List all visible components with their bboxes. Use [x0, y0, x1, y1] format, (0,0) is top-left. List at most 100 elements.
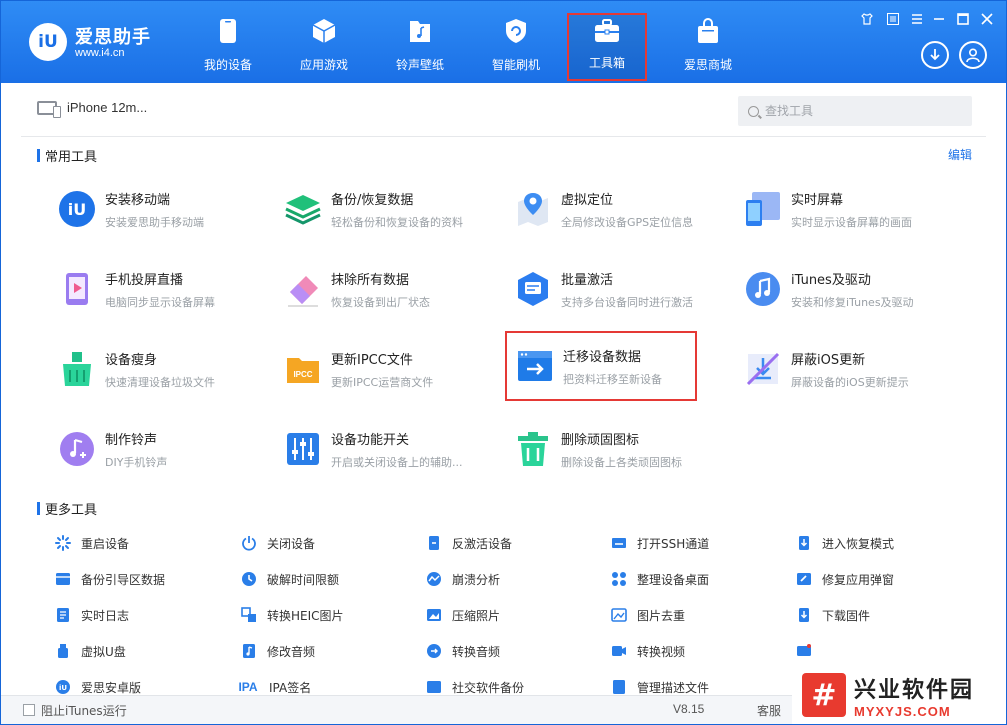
clock-icon [241, 571, 257, 587]
more-tool-shutdown[interactable]: 关闭设备 [241, 533, 315, 553]
more-tool-recovery-mode[interactable]: 进入恢复模式 [796, 533, 894, 553]
social-backup-icon [426, 679, 442, 695]
more-tool-repair-popup[interactable]: 修复应用弹窗 [796, 569, 894, 589]
tool-phone-cast[interactable]: 手机投屏直播 电脑同步显示设备屏幕 [57, 259, 277, 319]
close-icon[interactable] [979, 13, 995, 29]
watermark-en: MYXYJS.COM [854, 703, 951, 719]
site-watermark: # 兴业软件园 MYXYJS.COM [792, 665, 1006, 724]
svg-text:iU: iU [68, 200, 86, 219]
tool-block-ios-update[interactable]: 屏蔽iOS更新 屏蔽设备的iOS更新提示 [743, 339, 963, 399]
power-icon [241, 535, 257, 551]
convert-video-icon [611, 643, 627, 659]
convert-audio-icon [426, 643, 442, 659]
nav-my-device[interactable]: 我的设备 [185, 13, 271, 81]
migrate-data-icon [515, 346, 555, 386]
more-tool-crash-analysis[interactable]: 崩溃分析 [426, 569, 500, 589]
more-tool-edit-audio[interactable]: 修改音频 [241, 641, 315, 661]
tool-make-ringtone[interactable]: 制作铃声 DIY手机铃声 [57, 419, 277, 479]
tool-update-ipcc[interactable]: IPCC 更新IPCC文件 更新IPCC运营商文件 [283, 339, 503, 399]
phone-cast-icon [57, 269, 97, 309]
deactivate-icon [426, 535, 442, 551]
tool-live-screen[interactable]: 实时屏幕 实时显示设备屏幕的画面 [743, 179, 963, 239]
refresh-shield-icon [503, 18, 529, 44]
nav-apps-games[interactable]: 应用游戏 [281, 13, 367, 81]
tool-itunes-driver[interactable]: iTunes及驱动 安装和修复iTunes及驱动 [743, 259, 963, 319]
tool-delete-stubborn-icons[interactable]: 删除顽固图标 删除设备上各类顽固图标 [513, 419, 733, 479]
svg-text:iU: iU [59, 684, 67, 692]
tool-device-slim[interactable]: 设备瘦身 快速清理设备垃圾文件 [57, 339, 277, 399]
app-window: iU 爱思助手 www.i4.cn 我的设备 应用游戏 铃声壁纸 智能刷机 工具… [0, 0, 1007, 725]
more-tool-convert-audio[interactable]: 转换音频 [426, 641, 500, 661]
customer-service-link[interactable]: 客服 [757, 702, 781, 719]
grid-desktop-icon [611, 571, 627, 587]
more-tool-social-backup[interactable]: 社交软件备份 [426, 677, 524, 697]
minimize-icon[interactable] [931, 13, 947, 29]
toggle-switches-icon [283, 429, 323, 469]
usb-drive-icon [55, 643, 71, 659]
menu-list-icon[interactable] [909, 13, 925, 29]
more-tool-i4-android[interactable]: iU 爱思安卓版 [55, 677, 141, 697]
more-tool-deactivate[interactable]: 反激活设备 [426, 533, 512, 553]
toolbox-icon [594, 18, 620, 44]
tool-migrate-data[interactable]: 迁移设备数据 把资料迁移至新设备 [505, 331, 697, 401]
music-file-icon [407, 18, 433, 44]
more-tool-boot-backup[interactable]: 备份引导区数据 [55, 569, 165, 589]
player-icon [796, 643, 812, 659]
layers-backup-icon [283, 189, 323, 229]
edit-link[interactable]: 编辑 [948, 146, 972, 163]
map-pin-icon [513, 189, 553, 229]
search-input[interactable] [765, 104, 965, 118]
block-itunes-checkbox[interactable] [23, 704, 35, 716]
i4-mobile-icon: iU [57, 189, 97, 229]
brand-logo-icon[interactable]: iU [29, 23, 67, 61]
nav-i4-store[interactable]: 爱思商城 [665, 13, 751, 81]
maximize-icon[interactable] [955, 13, 971, 29]
nav-smart-flash[interactable]: 智能刷机 [473, 13, 559, 81]
nav-label: 工具箱 [588, 56, 625, 70]
menu-icon[interactable] [885, 13, 901, 29]
more-tool-organize-desktop[interactable]: 整理设备桌面 [611, 569, 709, 589]
tool-function-switches[interactable]: 设备功能开关 开启或关闭设备上的辅助... [283, 419, 503, 479]
more-tool-dedupe-image[interactable]: 图片去重 [611, 605, 685, 625]
more-tool-profile-manage[interactable]: 管理描述文件 [611, 677, 709, 697]
shirt-icon[interactable] [859, 13, 875, 29]
edit-audio-icon [241, 643, 257, 659]
tool-backup-restore[interactable]: 备份/恢复数据 轻松备份和恢复设备的资料 [283, 179, 503, 239]
download-icon[interactable] [921, 41, 949, 69]
nav-label: 铃声壁纸 [395, 58, 444, 72]
more-tool-screen-time[interactable]: 破解时间限额 [241, 569, 339, 589]
more-tool-heic-convert[interactable]: 转换HEIC图片 [241, 605, 344, 625]
device-selector[interactable]: iPhone 12m... [37, 100, 147, 118]
more-tool-download-firmware[interactable]: 下载固件 [796, 605, 870, 625]
tool-batch-activate[interactable]: 批量激活 支持多台设备同时进行激活 [513, 259, 733, 319]
recovery-mode-icon [796, 535, 812, 551]
broom-icon [57, 349, 97, 389]
more-tool-virtual-usb[interactable]: 虚拟U盘 [55, 641, 126, 661]
itunes-icon [743, 269, 783, 309]
top-header: iU 爱思助手 www.i4.cn 我的设备 应用游戏 铃声壁纸 智能刷机 工具… [1, 1, 1006, 83]
more-tool-compress-photo[interactable]: 压缩照片 [426, 605, 500, 625]
block-itunes-label[interactable]: 阻止iTunes运行 [41, 702, 127, 719]
more-tool-ipa-sign[interactable]: IPA IPA签名 [237, 677, 311, 697]
i4-android-icon: iU [55, 679, 71, 695]
boot-backup-icon [55, 571, 71, 587]
ipcc-folder-icon: IPCC [283, 349, 323, 389]
more-tool-player[interactable] [796, 641, 822, 661]
crash-analysis-icon [426, 571, 442, 587]
more-tool-live-log[interactable]: 实时日志 [55, 605, 129, 625]
tool-erase-all[interactable]: 抹除所有数据 恢复设备到出厂状态 [283, 259, 503, 319]
svg-text:IPCC: IPCC [293, 370, 312, 379]
tool-install-mobile[interactable]: iU 安装移动端 安装爱思助手移动端 [57, 179, 277, 239]
nav-toolbox[interactable]: 工具箱 [567, 13, 647, 81]
ssh-icon [611, 535, 627, 551]
user-avatar-icon[interactable] [959, 41, 987, 69]
tool-search-box[interactable] [738, 96, 972, 126]
tool-virtual-location[interactable]: 虚拟定位 全局修改设备GPS定位信息 [513, 179, 733, 239]
nav-ringtones-wallpapers[interactable]: 铃声壁纸 [377, 13, 463, 81]
dedupe-image-icon [611, 607, 627, 623]
trash-icon [513, 429, 553, 469]
more-tool-convert-video[interactable]: 转换视频 [611, 641, 685, 661]
more-tool-restart[interactable]: 重启设备 [55, 533, 129, 553]
more-tool-ssh[interactable]: 打开SSH通道 [611, 533, 709, 553]
ringtone-icon [57, 429, 97, 469]
